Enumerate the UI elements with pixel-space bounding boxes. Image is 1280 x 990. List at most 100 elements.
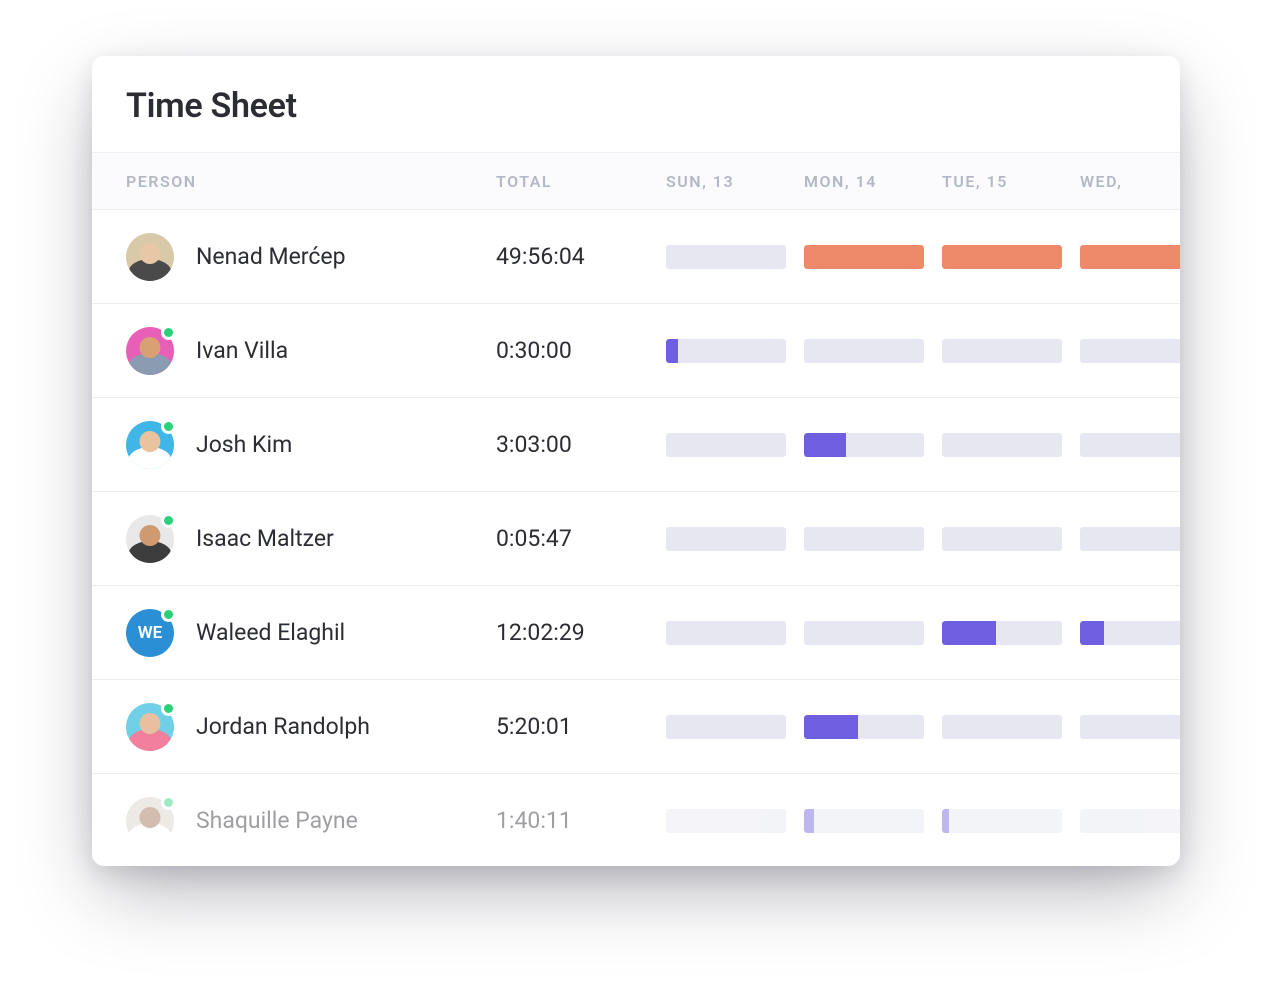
day-bar: [1080, 245, 1180, 269]
day-bar-cell[interactable]: [804, 527, 942, 551]
day-bar-cell[interactable]: [1080, 245, 1180, 269]
presence-indicator-icon: [161, 419, 176, 434]
day-bar: [666, 433, 786, 457]
day-bar: [942, 433, 1062, 457]
column-day-wed[interactable]: WED,: [1080, 172, 1180, 191]
day-bar-cell[interactable]: [804, 245, 942, 269]
avatar[interactable]: [126, 703, 174, 751]
avatar[interactable]: [126, 233, 174, 281]
person-cell[interactable]: Isaac Maltzer: [126, 515, 496, 563]
day-bar: [1080, 621, 1180, 645]
table-row[interactable]: Isaac Maltzer 0:05:47: [92, 492, 1180, 586]
day-bar-cell[interactable]: [942, 339, 1080, 363]
column-day-tue[interactable]: TUE, 15: [942, 172, 1080, 191]
day-bar: [666, 715, 786, 739]
day-bar-cell[interactable]: [1080, 809, 1180, 833]
day-bar: [804, 527, 924, 551]
day-bar: [804, 809, 924, 833]
avatar[interactable]: [126, 797, 174, 845]
avatar[interactable]: WE: [126, 609, 174, 657]
day-bar-cell[interactable]: [942, 527, 1080, 551]
day-bar: [1080, 339, 1180, 363]
day-bar-fill: [942, 621, 996, 645]
day-bar: [804, 339, 924, 363]
day-bar-fill: [1080, 621, 1104, 645]
avatar[interactable]: [126, 327, 174, 375]
table-row[interactable]: Josh Kim 3:03:00: [92, 398, 1180, 492]
day-bar-cell[interactable]: [1080, 433, 1180, 457]
day-bar: [1080, 809, 1180, 833]
day-bar-fill: [804, 715, 858, 739]
person-name[interactable]: Shaquille Payne: [196, 807, 358, 834]
total-time: 0:30:00: [496, 337, 666, 364]
day-bar-cell[interactable]: [666, 433, 804, 457]
person-cell[interactable]: Ivan Villa: [126, 327, 496, 375]
table-row[interactable]: Nenad Merćep 49:56:04: [92, 210, 1180, 304]
presence-indicator-icon: [161, 325, 176, 340]
day-bar-cell[interactable]: [666, 715, 804, 739]
day-bar: [666, 339, 786, 363]
column-header-row: PERSON TOTAL SUN, 13 MON, 14 TUE, 15 WED…: [92, 152, 1180, 210]
total-time: 12:02:29: [496, 619, 666, 646]
day-bar-cell[interactable]: [666, 245, 804, 269]
day-bar-cell[interactable]: [666, 339, 804, 363]
person-name[interactable]: Jordan Randolph: [196, 713, 370, 740]
person-cell[interactable]: Shaquille Payne: [126, 797, 496, 845]
day-bar-fill: [942, 245, 1062, 269]
person-cell[interactable]: Josh Kim: [126, 421, 496, 469]
presence-indicator-icon: [161, 513, 176, 528]
day-bar-cell[interactable]: [666, 621, 804, 645]
person-name[interactable]: Isaac Maltzer: [196, 525, 334, 552]
day-bar-cell[interactable]: [804, 339, 942, 363]
day-bar-fill: [804, 433, 846, 457]
table-row[interactable]: Shaquille Payne 1:40:11: [92, 774, 1180, 866]
day-bar-cell[interactable]: [804, 621, 942, 645]
day-bar: [942, 527, 1062, 551]
total-time: 3:03:00: [496, 431, 666, 458]
day-bar-cell[interactable]: [942, 621, 1080, 645]
day-bar: [666, 809, 786, 833]
table-row[interactable]: Ivan Villa 0:30:00: [92, 304, 1180, 398]
total-time: 1:40:11: [496, 807, 666, 834]
day-bar: [804, 715, 924, 739]
total-time: 0:05:47: [496, 525, 666, 552]
day-bar-cell[interactable]: [1080, 339, 1180, 363]
avatar[interactable]: [126, 421, 174, 469]
column-person: PERSON: [126, 172, 496, 191]
person-name[interactable]: Ivan Villa: [196, 337, 288, 364]
day-bar-cell[interactable]: [804, 433, 942, 457]
day-bar-cell[interactable]: [942, 715, 1080, 739]
column-day-mon[interactable]: MON, 14: [804, 172, 942, 191]
presence-indicator-icon: [161, 795, 176, 810]
day-bar: [942, 809, 1062, 833]
person-name[interactable]: Waleed Elaghil: [196, 619, 345, 646]
day-bar-cell[interactable]: [804, 809, 942, 833]
day-bar: [666, 527, 786, 551]
person-name[interactable]: Josh Kim: [196, 431, 292, 458]
person-name[interactable]: Nenad Merćep: [196, 243, 346, 270]
person-cell[interactable]: Nenad Merćep: [126, 233, 496, 281]
day-bar-fill: [942, 809, 949, 833]
day-bar-cell[interactable]: [1080, 715, 1180, 739]
column-day-sun[interactable]: SUN, 13: [666, 172, 804, 191]
day-bar-cell[interactable]: [804, 715, 942, 739]
day-bar-cell[interactable]: [942, 433, 1080, 457]
day-bar: [942, 339, 1062, 363]
total-time: 5:20:01: [496, 713, 666, 740]
day-bar-cell[interactable]: [942, 245, 1080, 269]
day-bar-cell[interactable]: [1080, 527, 1180, 551]
day-bar: [666, 621, 786, 645]
day-bar: [1080, 715, 1180, 739]
day-bar-cell[interactable]: [666, 527, 804, 551]
avatar[interactable]: [126, 515, 174, 563]
total-time: 49:56:04: [496, 243, 666, 270]
day-bar-cell[interactable]: [1080, 621, 1180, 645]
table-row[interactable]: WE Waleed Elaghil 12:02:29: [92, 586, 1180, 680]
person-cell[interactable]: WE Waleed Elaghil: [126, 609, 496, 657]
table-row[interactable]: Jordan Randolph 5:20:01: [92, 680, 1180, 774]
day-bar: [1080, 433, 1180, 457]
day-bar-cell[interactable]: [666, 809, 804, 833]
day-bar-cell[interactable]: [942, 809, 1080, 833]
day-bar: [804, 621, 924, 645]
person-cell[interactable]: Jordan Randolph: [126, 703, 496, 751]
